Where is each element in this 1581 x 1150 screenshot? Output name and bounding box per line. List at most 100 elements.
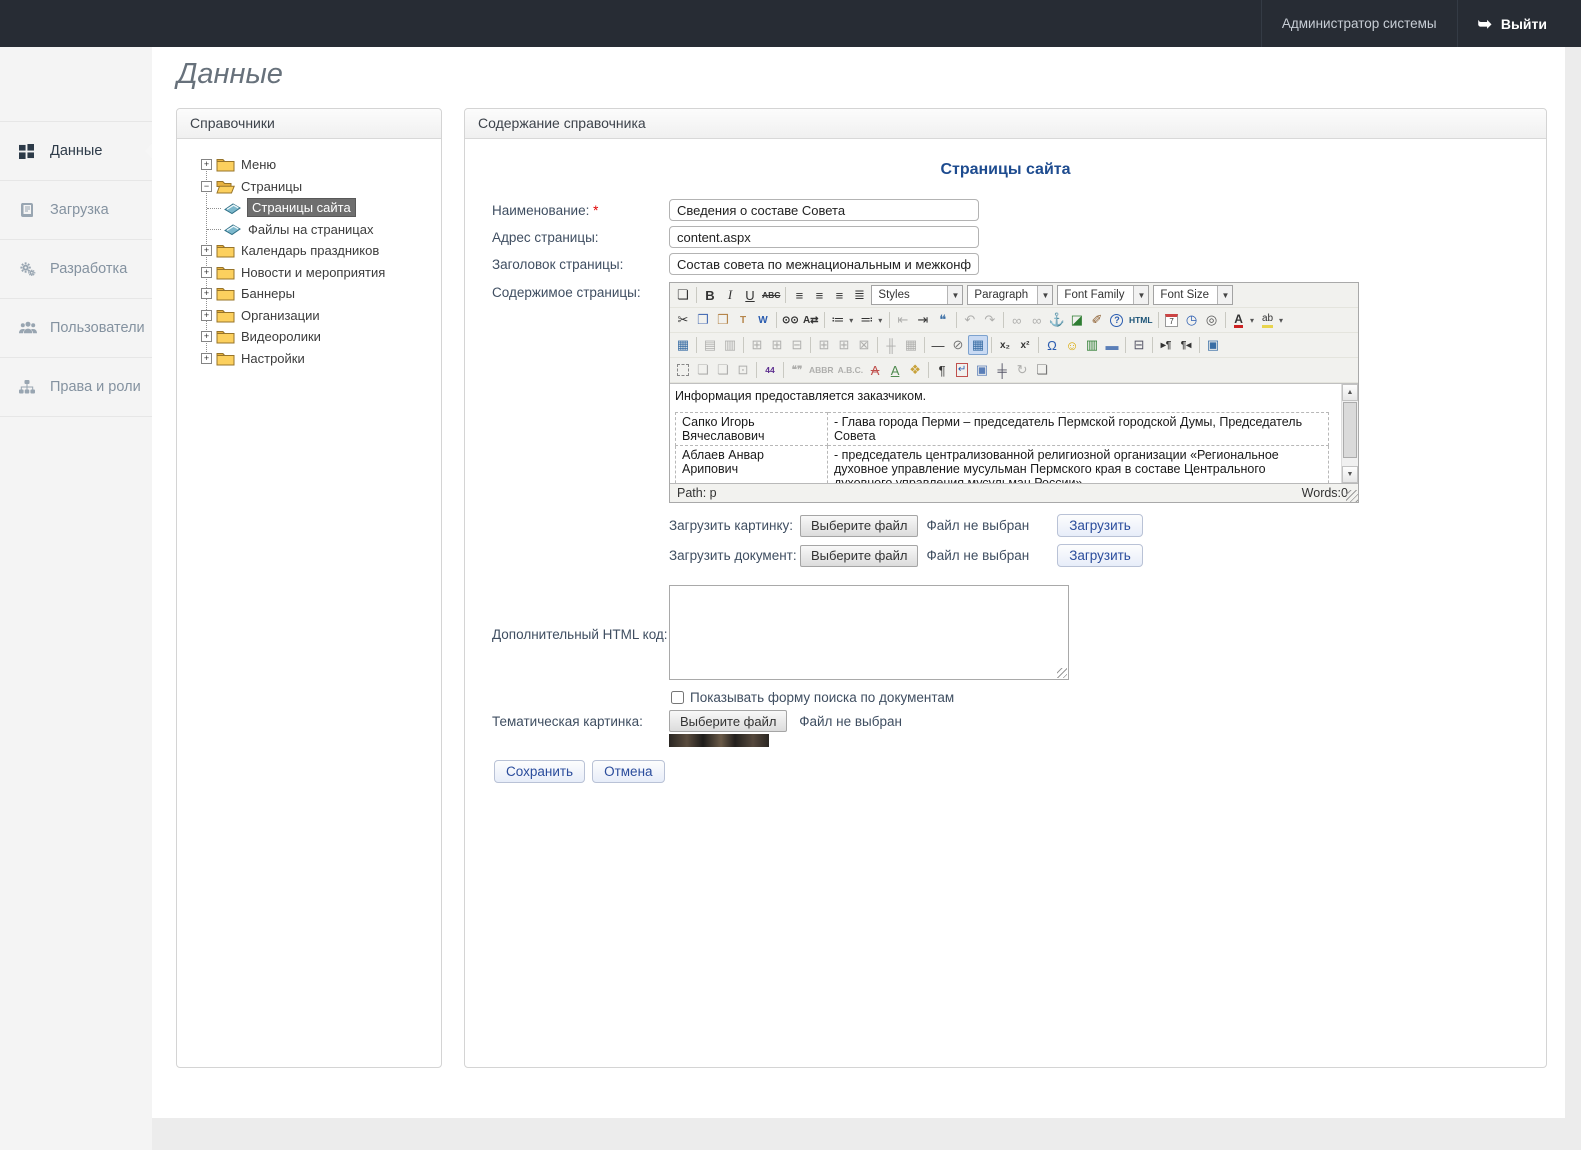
underline-icon[interactable]: U	[740, 285, 760, 305]
strikethrough-icon[interactable]: ABC	[760, 285, 782, 305]
sidebar-item-права-и-роли[interactable]: Права и роли	[0, 358, 152, 417]
font-family-select[interactable]: Font Family▼	[1057, 285, 1149, 305]
unlink-icon[interactable]: ∞	[1027, 310, 1047, 330]
insert-row-before-icon[interactable]: ⊞	[747, 335, 767, 355]
page-header-input[interactable]	[669, 253, 979, 275]
attributes-icon[interactable]: ❖	[905, 360, 925, 380]
horizontal-rule-icon[interactable]: —	[928, 335, 948, 355]
editor-canvas[interactable]: Информация предоставляется заказчиком. С…	[670, 383, 1358, 483]
tree-expander-icon[interactable]: −	[201, 181, 212, 192]
insert-media-icon[interactable]: ▥	[1082, 335, 1102, 355]
paragraph-select[interactable]: Paragraph▼	[967, 285, 1053, 305]
print-icon[interactable]: ⊟	[1129, 335, 1149, 355]
restore-draft-icon[interactable]: ↻	[1012, 360, 1032, 380]
indent-icon[interactable]: ⇥	[913, 310, 933, 330]
tree-item-label[interactable]: Страницы сайта	[248, 199, 355, 216]
align-justify-icon[interactable]: ≣	[849, 285, 869, 305]
background-color-icon[interactable]: ab	[1258, 310, 1278, 330]
tree-expander-icon[interactable]: +	[201, 353, 212, 364]
tree-expander-icon[interactable]: +	[201, 331, 212, 342]
split-cells-icon[interactable]: ╫	[881, 335, 901, 355]
delete-row-icon[interactable]: ⊟	[787, 335, 807, 355]
emoticons-icon[interactable]: ☺	[1062, 335, 1082, 355]
find-replace-icon[interactable]: A⇄	[801, 310, 821, 330]
move-backward-icon[interactable]: ❏	[713, 360, 733, 380]
table-cell-properties-icon[interactable]: ▥	[720, 335, 740, 355]
insert-row-after-icon[interactable]: ⊞	[767, 335, 787, 355]
scroll-up-icon[interactable]: ▲	[1342, 384, 1358, 401]
styles-select[interactable]: Styles▼	[871, 285, 963, 305]
table-row-properties-icon[interactable]: ▤	[700, 335, 720, 355]
style-properties-icon[interactable]: 44	[760, 360, 780, 380]
align-left-icon[interactable]: ≡	[789, 285, 809, 305]
tree-item-label[interactable]: Календарь праздников	[241, 243, 379, 258]
html-source-icon[interactable]: HTML	[1127, 310, 1155, 330]
tree-item-label[interactable]: Настройки	[241, 351, 305, 366]
find-icon[interactable]: ⊙⊙	[780, 310, 801, 330]
cancel-button[interactable]: Отмена	[592, 760, 664, 783]
citation-icon[interactable]: ❝❞	[787, 360, 807, 380]
sidebar-item-загрузка[interactable]: Загрузка	[0, 181, 152, 240]
tree-expander-icon[interactable]: +	[201, 288, 212, 299]
current-user-button[interactable]: Администратор системы	[1261, 0, 1457, 47]
nonbreaking-space-icon[interactable]: ↵	[952, 360, 972, 380]
cut-icon[interactable]: ✂	[673, 310, 693, 330]
tree-expander-icon[interactable]: +	[201, 310, 212, 321]
bullet-list-icon[interactable]: ≔	[828, 310, 848, 330]
deleted-text-icon[interactable]: A	[865, 360, 885, 380]
name-input[interactable]	[669, 199, 979, 221]
help-icon[interactable]: ?	[1107, 310, 1127, 330]
fullscreen-icon[interactable]: ▣	[1203, 335, 1223, 355]
insert-column-after-icon[interactable]: ⊞	[834, 335, 854, 355]
text-color-menu-icon[interactable]: ▾	[1247, 310, 1258, 330]
new-document-icon[interactable]: ❏	[673, 285, 693, 305]
anchor-icon[interactable]: ⚓	[1047, 310, 1067, 330]
special-character-icon[interactable]: Ω	[1042, 335, 1062, 355]
italic-icon[interactable]: I	[720, 285, 740, 305]
editor-scrollbar[interactable]: ▲ ▼	[1341, 384, 1358, 483]
preview-icon[interactable]: ◎	[1202, 310, 1222, 330]
font-size-select[interactable]: Font Size▼	[1153, 285, 1233, 305]
numbered-list-menu-icon[interactable]: ▾	[875, 310, 886, 330]
html-code-textarea[interactable]	[669, 585, 1069, 680]
right-to-left-icon[interactable]: ¶◂	[1176, 335, 1196, 355]
insert-image-icon[interactable]: ◪	[1067, 310, 1087, 330]
merge-cells-icon[interactable]: ▦	[901, 335, 921, 355]
tree-expander-icon[interactable]: +	[201, 267, 212, 278]
bullet-list-menu-icon[interactable]: ▾	[846, 310, 857, 330]
inserted-text-icon[interactable]: A	[885, 360, 905, 380]
outdent-icon[interactable]: ⇤	[893, 310, 913, 330]
insert-time-icon[interactable]: ◷	[1182, 310, 1202, 330]
numbered-list-icon[interactable]: ≕	[857, 310, 877, 330]
remove-formatting-icon[interactable]: ⊘	[948, 335, 968, 355]
upload-image-choose-file-button[interactable]: Выберите файл	[800, 515, 918, 537]
delete-column-icon[interactable]: ⊠	[854, 335, 874, 355]
align-right-icon[interactable]: ≡	[829, 285, 849, 305]
insert-flash-icon[interactable]: ▬	[1102, 335, 1122, 355]
insert-date-icon[interactable]: 7	[1162, 310, 1182, 330]
sidebar-item-пользователи[interactable]: Пользователи	[0, 299, 152, 358]
save-button[interactable]: Сохранить	[494, 760, 585, 783]
insert-layer-icon[interactable]	[673, 360, 693, 380]
visual-guidelines-icon[interactable]: ▦	[968, 335, 988, 355]
tree-item-label[interactable]: Новости и мероприятия	[241, 265, 385, 280]
code-preview-icon[interactable]: ❏	[1032, 360, 1052, 380]
undo-icon[interactable]: ↶	[960, 310, 980, 330]
absolute-position-icon[interactable]: ⊡	[733, 360, 753, 380]
tree-item-label[interactable]: Меню	[241, 157, 276, 172]
redo-icon[interactable]: ↷	[980, 310, 1000, 330]
blockquote-icon[interactable]: ❝	[933, 310, 953, 330]
upload-document-button[interactable]: Загрузить	[1057, 544, 1143, 567]
subscript-icon[interactable]: x₂	[995, 335, 1015, 355]
tree-expander-icon[interactable]: +	[201, 245, 212, 256]
abbreviation-icon[interactable]: ABBR	[807, 360, 836, 380]
acronym-icon[interactable]: A.B.C.	[836, 360, 866, 380]
background-color-menu-icon[interactable]: ▾	[1276, 310, 1287, 330]
tree-item-label[interactable]: Организации	[241, 308, 320, 323]
scroll-down-icon[interactable]: ▼	[1342, 466, 1358, 483]
paste-as-text-icon[interactable]: T	[733, 310, 753, 330]
scrollbar-thumb[interactable]	[1343, 402, 1357, 458]
tree-item-label[interactable]: Страницы	[241, 179, 302, 194]
insert-link-icon[interactable]: ∞	[1007, 310, 1027, 330]
editor-resize-handle[interactable]	[1346, 490, 1358, 502]
